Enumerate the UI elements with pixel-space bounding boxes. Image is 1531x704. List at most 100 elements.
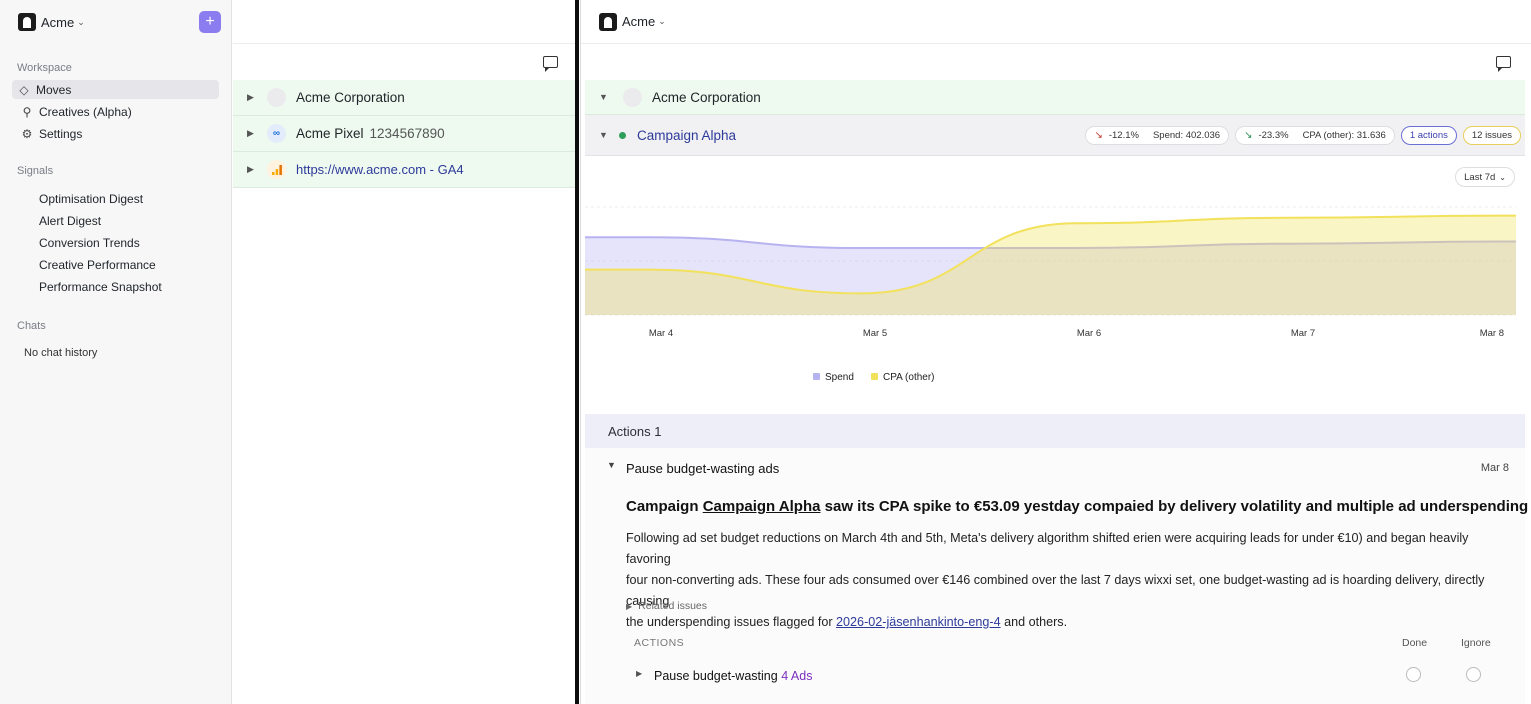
x-tick-label: Mar 6 — [1077, 328, 1101, 339]
ignore-column-header: Ignore — [1461, 637, 1491, 649]
entity-row[interactable]: ▶ ∞ Acme Pixel 1234567890 — [233, 116, 575, 152]
avatar-placeholder-icon — [623, 87, 642, 107]
status-dot — [619, 131, 626, 139]
body-line: four non-converting ads. These four ads … — [626, 573, 1485, 608]
action-headline: Campaign Campaign Alpha saw its CPA spik… — [626, 498, 1531, 515]
org-name: Acme Corporation — [652, 89, 761, 105]
body-line: the underspending issues flagged for 202… — [626, 612, 1514, 633]
new-item-button[interactable]: + — [199, 11, 221, 33]
signal-item[interactable]: Conversion Trends — [0, 232, 231, 254]
body-line: Following ad set budget reductions on Ma… — [626, 531, 1469, 566]
workspace-name: Acme — [41, 14, 75, 30]
collapse-icon[interactable]: ▼ — [599, 130, 619, 140]
entity-row[interactable]: ▶ Acme Corporation — [233, 80, 575, 116]
metric-change: -23.3% — [1258, 129, 1289, 141]
expand-icon[interactable]: ▶ — [247, 164, 267, 175]
signal-item[interactable]: Creative Performance — [0, 254, 231, 276]
meta-infinity-icon: ∞ — [267, 124, 286, 143]
x-tick-label: Mar 4 — [649, 328, 673, 339]
related-issues-toggle[interactable]: ▶ Related issues — [626, 600, 707, 612]
metric-change: -12.1% — [1108, 129, 1139, 141]
chats-empty-text: No chat history — [24, 347, 98, 359]
google-analytics-icon — [267, 160, 286, 179]
entity-link[interactable]: https://www.acme.com - GA4 — [296, 162, 464, 177]
campaign-link[interactable]: 2026-02-jäsenhankinto-eng-4 — [836, 615, 1001, 629]
entity-name: Acme Pixel — [296, 126, 364, 141]
expand-icon: ▶ — [626, 601, 633, 611]
nav-item-creatives[interactable]: ⚲ Creatives (Alpha) — [12, 102, 219, 121]
pane-divider[interactable] — [575, 0, 579, 704]
nav-item-label: Moves — [36, 82, 72, 97]
ignore-radio[interactable] — [1466, 667, 1481, 682]
metric-label: CPA (other): 31.636 — [1302, 129, 1386, 141]
detail-pane: Acme ⌄ ▼ Acme Corporation ▼ Campaign Alp… — [580, 0, 1531, 704]
signals-section-label: Signals — [17, 165, 54, 177]
legend-swatch — [813, 373, 820, 380]
metric-label: Spend: 402.036 — [1152, 129, 1221, 141]
nav-item-label: Settings — [39, 126, 83, 141]
gear-icon: ⚙ — [21, 126, 33, 141]
workspace-logo-icon — [18, 13, 36, 31]
signal-item[interactable]: Alert Digest — [0, 210, 231, 232]
expand-icon[interactable]: ▶ — [636, 669, 642, 678]
legend-label: Spend — [825, 372, 854, 383]
headline-text: saw its CPA spike to €53.09 yestday comp… — [820, 498, 1531, 515]
done-radio[interactable] — [1406, 667, 1421, 682]
body-text: and others. — [1000, 615, 1068, 629]
cpa-metric-pill: ↘ -23.3% CPA (other): 31.636 — [1235, 125, 1395, 145]
workspace-name: Acme — [622, 14, 656, 29]
sub-action-label: Pause budget-wasting — [654, 669, 778, 683]
entity-name: Acme Corporation — [296, 90, 405, 105]
nav-item-label: Creatives (Alpha) — [39, 104, 132, 119]
signal-item[interactable]: Performance Snapshot — [0, 276, 231, 298]
chats-section-label: Chats — [17, 320, 46, 332]
actions-header[interactable]: Actions 1 — [585, 414, 1525, 448]
action-title[interactable]: Pause budget-wasting ads — [626, 461, 779, 476]
related-issues-label: Related issues — [638, 600, 708, 612]
workspace-logo-icon — [599, 12, 617, 31]
chart-panel: Last 7d ⌄ Mar 4 Mar 5 Mar 6 Mar 7 Mar 8 Spend… — [585, 157, 1525, 413]
workspace-switcher[interactable]: Acme ⌄ — [581, 0, 1531, 44]
moves-icon: ◇ — [19, 82, 29, 97]
expand-icon[interactable]: ▶ — [247, 92, 267, 103]
actions-table-header: ACTIONS — [634, 637, 685, 649]
action-date: Mar 8 — [1480, 462, 1509, 474]
workspace-switcher[interactable]: Acme ⌄ + — [0, 0, 231, 44]
headline-text: Campaign — [626, 498, 703, 515]
done-column-header: Done — [1402, 637, 1428, 649]
x-tick-label: Mar 8 — [1480, 328, 1504, 339]
expand-icon[interactable]: ▶ — [247, 128, 267, 139]
action-detail: ▼ Pause budget-wasting ads Mar 8 Campaig… — [585, 448, 1531, 704]
search-icon: ⚲ — [22, 104, 32, 119]
collapse-icon[interactable]: ▼ — [607, 460, 616, 470]
spend-metric-pill: ↘ -12.1% Spend: 402.036 — [1085, 125, 1230, 145]
collapse-icon[interactable]: ▼ — [599, 92, 621, 102]
ads-count-link[interactable]: 4 Ads — [781, 669, 812, 683]
entity-row[interactable]: ▶ https://www.acme.com - GA4 — [233, 152, 575, 188]
sidebar: Acme ⌄ + Workspace ◇ Moves ⚲ Creatives (… — [0, 0, 232, 704]
avatar-placeholder-icon — [267, 88, 286, 107]
nav-item-moves[interactable]: ◇ Moves — [12, 80, 219, 99]
entity-list-pane: ▶ Acme Corporation ▶ ∞ Acme Pixel 123456… — [233, 0, 575, 704]
nav-item-settings[interactable]: ⚙ Settings — [12, 124, 219, 143]
campaign-name[interactable]: Campaign Alpha — [637, 128, 736, 143]
signal-item[interactable]: Optimisation Digest — [0, 188, 231, 210]
pane-header — [233, 0, 575, 44]
legend-label: CPA (other) — [883, 372, 935, 383]
body-text: the underspending issues flagged for — [626, 615, 837, 629]
sub-action-row[interactable]: Pause budget-wasting 4 Ads — [654, 669, 812, 683]
arrow-down-icon: ↘ — [1094, 129, 1103, 141]
campaign-link[interactable]: Campaign Alpha — [703, 498, 821, 515]
chat-icon[interactable] — [1496, 56, 1511, 72]
actions-badge[interactable]: 1 actions — [1400, 125, 1457, 145]
chevron-down-icon: ⌄ — [658, 16, 666, 26]
x-tick-label: Mar 5 — [863, 328, 887, 339]
campaign-row[interactable]: ▼ Campaign Alpha ↘ -12.1% Spend: 402.036… — [585, 115, 1525, 156]
x-tick-label: Mar 7 — [1291, 328, 1315, 339]
chat-icon[interactable] — [543, 56, 558, 72]
issues-badge[interactable]: 12 issues — [1462, 125, 1521, 145]
legend-swatch — [871, 373, 878, 380]
workspace-section-label: Workspace — [17, 62, 72, 74]
org-row[interactable]: ▼ Acme Corporation — [585, 80, 1525, 115]
arrow-down-icon: ↘ — [1244, 129, 1253, 141]
